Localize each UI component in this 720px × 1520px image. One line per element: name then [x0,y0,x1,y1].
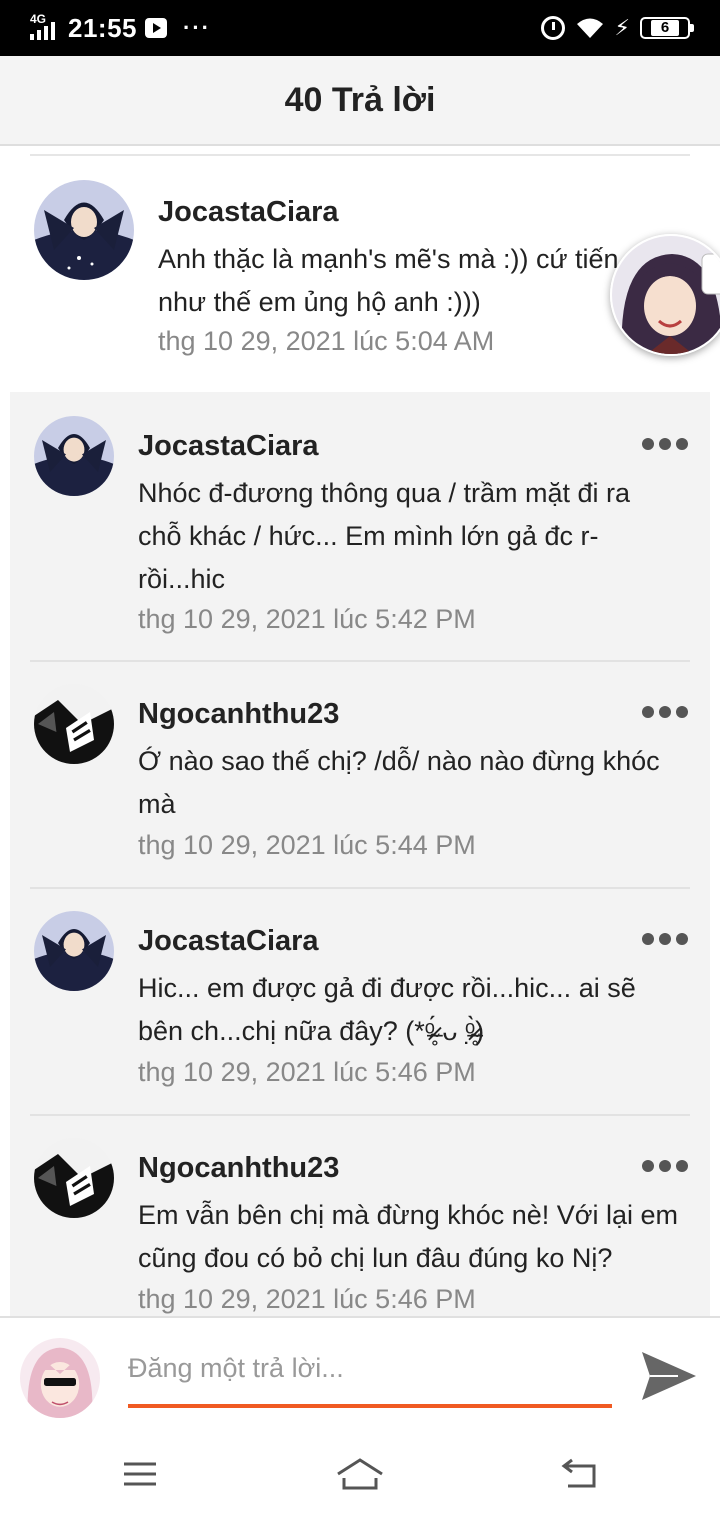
more-icon [642,933,654,945]
home-icon [337,1458,383,1490]
youtube-icon [145,18,167,38]
input-underline [128,1404,612,1408]
reply-timestamp: thg 10 29, 2021 lúc 5:42 PM [138,604,476,634]
more-notifications: ··· [183,15,211,40]
more-options-button[interactable] [642,702,688,722]
reply-author[interactable]: Ngocanhthu23 [138,1152,339,1185]
comment-timestamp: thg 10 29, 2021 lúc 5:04 AM [158,326,495,356]
reply-timestamp: thg 10 29, 2021 lúc 5:46 PM [138,1284,476,1314]
reply-input[interactable]: Đăng một trả lời... [128,1340,612,1396]
alarm-icon [540,16,565,40]
signal-icon: 4G [30,12,60,42]
avatar[interactable] [34,911,114,991]
more-icon [642,706,654,718]
reply-text: Hic... em được gả đi được rồi...hic... a… [138,973,636,1046]
reply-item: JocastaCiara Hic... em được gả đi được r… [10,887,710,1114]
main-comment: JocastaCiara Anh thặc là mạnh's mẽ's mà … [0,156,720,392]
status-bar: 4G 21:55 ··· ⚡ 6 [0,0,720,56]
page-title: 40 Trả lời [284,80,436,119]
current-user-avatar[interactable] [20,1338,100,1418]
avatar[interactable] [34,180,134,280]
menu-icon [124,1462,156,1486]
avatar[interactable] [34,684,114,764]
reply-author[interactable]: Ngocanhthu23 [138,698,339,731]
comment-author[interactable]: JocastaCiara [158,196,339,229]
avatar[interactable] [34,416,114,496]
more-options-button[interactable] [642,1156,688,1176]
floating-chat-bubble[interactable] [610,234,720,356]
divider [30,660,690,662]
reply-author[interactable]: JocastaCiara [138,430,319,463]
reply-text: Ớ nào sao thế chị? /dỗ/ nào nào đừng khó… [138,746,660,819]
wifi-icon [576,18,603,38]
battery-level: 6 [650,20,680,36]
system-navigation-bar [0,1428,720,1520]
more-icon [642,1160,654,1172]
reply-timestamp: thg 10 29, 2021 lúc 5:44 PM [138,830,476,860]
send-button[interactable] [638,1348,700,1404]
more-options-button[interactable] [642,434,688,454]
reply-timestamp: thg 10 29, 2021 lúc 5:46 PM [138,1057,476,1087]
home-button[interactable] [334,1456,386,1492]
back-icon [561,1458,596,1488]
reply-text: Nhóc đ-đương thông qua / trầm mặt đi ra … [138,478,631,594]
send-icon [642,1352,696,1400]
reply-item: Ngocanhthu23 Em vẫn bên chị mà đừng khóc… [10,1114,710,1316]
divider [30,887,690,889]
replies-container: JocastaCiara Nhóc đ-đương thông qua / tr… [10,392,710,1316]
menu-button[interactable] [118,1456,162,1492]
reply-item: JocastaCiara Nhóc đ-đương thông qua / tr… [10,392,710,660]
reply-composer: Đăng một trả lời... [0,1316,720,1428]
app-screen: 4G 21:55 ··· ⚡ 6 40 Trả lời JocastaCiara… [0,0,720,1520]
reply-text: Em vẫn bên chị mà đừng khóc nè! Với lại … [138,1200,679,1273]
back-button[interactable] [558,1456,602,1492]
charging-icon: ⚡ [614,15,630,40]
comment-text: Anh thặc là mạnh's mẽ's mà :)) cứ tiến n… [158,244,619,317]
comment-list[interactable]: JocastaCiara Anh thặc là mạnh's mẽ's mà … [0,146,720,1316]
battery-icon: 6 [640,17,694,39]
reply-author[interactable]: JocastaCiara [138,925,319,958]
clock: 21:55 [68,12,137,43]
header: 40 Trả lời [0,56,720,146]
avatar[interactable] [34,1138,114,1218]
more-options-button[interactable] [642,929,688,949]
reply-item: Ngocanhthu23 Ớ nào sao thế chị? /dỗ/ nào… [10,660,710,887]
divider [30,1114,690,1116]
more-icon [642,438,654,450]
